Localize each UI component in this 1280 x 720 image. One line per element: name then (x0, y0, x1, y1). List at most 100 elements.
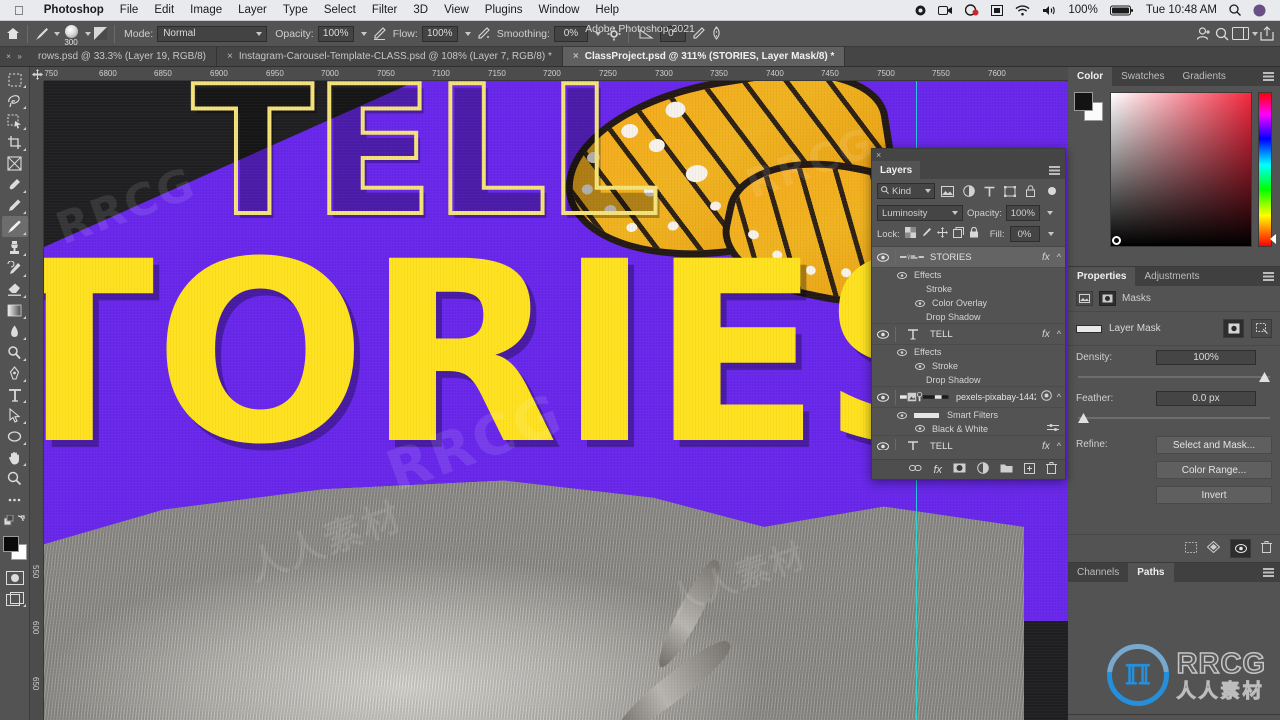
color-overlay-visibility-icon[interactable] (912, 299, 927, 307)
chevron-up-icon[interactable]: ^ (1057, 392, 1065, 402)
workspace-icon[interactable] (1231, 25, 1249, 43)
document-tab-2-close-icon[interactable]: × (227, 51, 233, 62)
pressure-opacity-icon[interactable] (371, 25, 389, 43)
object-selection-tool[interactable] (2, 111, 28, 132)
horizontal-ruler[interactable]: 6750 6800 6850 6900 6950 7000 7050 7100 … (30, 67, 1068, 81)
hand-tool[interactable] (2, 447, 28, 468)
layer-name-tell-2[interactable]: TELL (930, 441, 1037, 451)
layer-thumbnail-pexels-pixabay[interactable] (895, 389, 951, 405)
marquee-tool[interactable] (2, 69, 28, 90)
share-user-icon[interactable] (1195, 25, 1213, 43)
tab-swatches[interactable]: Swatches (1112, 67, 1173, 86)
pixel-mask-icon[interactable] (1076, 291, 1093, 306)
blend-mode-select[interactable]: Luminosity (877, 205, 963, 221)
screen-share-icon[interactable] (932, 5, 959, 16)
lock-transparency-icon[interactable] (904, 227, 916, 241)
opacity-input[interactable]: 100% (317, 25, 354, 42)
history-brush-tool[interactable] (2, 258, 28, 279)
layer-name-stories[interactable]: STORIES (930, 252, 1037, 263)
effects-visibility-icon[interactable] (894, 348, 909, 356)
layers-list[interactable]: STORIES fx ^ Effects Stroke Color Overla… (872, 247, 1065, 450)
add-layer-style-icon[interactable]: fx (933, 464, 942, 476)
default-colors-icon[interactable] (2, 510, 28, 531)
tab-color[interactable]: Color (1068, 67, 1113, 86)
panel-menu-icon[interactable] (1257, 563, 1280, 582)
brush-tool[interactable] (1, 216, 28, 237)
menu-layer[interactable]: Layer (230, 4, 275, 16)
load-selection-icon[interactable] (1185, 541, 1197, 556)
filter-toggle-icon[interactable] (1043, 182, 1060, 200)
layer-fx-icon[interactable]: fx (1042, 252, 1052, 263)
lock-position-icon[interactable] (936, 227, 948, 241)
foreground-color-swatch[interactable] (2, 536, 19, 552)
black-white-visibility-icon[interactable] (912, 425, 927, 432)
brush-tool-icon[interactable] (33, 25, 51, 43)
tab-properties[interactable]: Properties (1068, 267, 1136, 286)
layer-mask-thumbnail[interactable] (1076, 324, 1102, 333)
toggle-mask-icon[interactable] (1230, 539, 1251, 558)
volume-icon[interactable] (1036, 5, 1062, 16)
layer-visibility-icon[interactable] (875, 252, 890, 262)
home-icon[interactable] (4, 25, 22, 43)
new-group-icon[interactable] (1000, 463, 1013, 476)
feather-value[interactable]: 0.0 px (1156, 391, 1256, 406)
feather-slider[interactable] (1078, 412, 1270, 424)
menu-file[interactable]: File (112, 4, 147, 16)
airbrush-icon[interactable] (475, 25, 493, 43)
effects-visibility-icon[interactable] (894, 271, 909, 279)
spotlight-search-icon[interactable] (1223, 4, 1247, 16)
tab-gradients[interactable]: Gradients (1173, 67, 1234, 86)
layer-effect-stroke-row[interactable]: Stroke (872, 359, 1065, 373)
search-icon[interactable] (1213, 25, 1231, 43)
display-icon[interactable] (985, 4, 1009, 16)
lasso-tool[interactable] (2, 90, 28, 111)
tabbar-overflow-icon[interactable]: » (17, 52, 21, 61)
select-subject-icon[interactable] (1223, 319, 1244, 338)
invert-button[interactable]: Invert (1156, 486, 1272, 504)
document-tab-1[interactable]: rows.psd @ 33.3% (Layer 19, RGB/8) (28, 47, 217, 66)
smart-filter-mask-thumbnail[interactable] (914, 412, 939, 418)
smartobject-filter-icon[interactable] (1022, 182, 1039, 200)
link-layers-icon[interactable] (909, 464, 922, 475)
brush-size-preview[interactable]: 300 (60, 23, 82, 47)
tabbar-dock-controls[interactable]: × » (0, 47, 28, 66)
menu-3d[interactable]: 3D (405, 4, 436, 16)
chevron-up-icon[interactable]: ^ (1057, 329, 1065, 339)
load-selection-icon[interactable] (1251, 319, 1272, 338)
color-picker-body[interactable] (1068, 86, 1280, 266)
smoothing-input[interactable]: 0% (553, 25, 588, 42)
color-range-button[interactable]: Color Range... (1156, 461, 1272, 479)
flow-input[interactable]: 100% (421, 25, 458, 42)
menu-select[interactable]: Select (316, 4, 364, 16)
path-selection-tool[interactable] (2, 405, 28, 426)
layer-thumbnail-stories[interactable] (895, 249, 925, 265)
fill-chevron-down-icon[interactable] (1047, 232, 1054, 236)
tabbar-close-icon[interactable]: × (6, 52, 11, 61)
layer-effect-drop-shadow-row[interactable]: Drop Shadow (872, 373, 1065, 387)
smart-filter-black-white-row[interactable]: Black & White (872, 422, 1065, 436)
document-tab-2[interactable]: × Instagram-Carousel-Template-CLASS.psd … (217, 47, 563, 66)
menu-image[interactable]: Image (182, 4, 230, 16)
apply-mask-icon[interactable] (1206, 540, 1221, 556)
foreground-background-color[interactable] (2, 535, 28, 561)
tab-adjustments[interactable]: Adjustments (1135, 267, 1208, 286)
select-and-mask-button[interactable]: Select and Mask... (1156, 436, 1272, 454)
layer-visibility-icon[interactable] (875, 329, 890, 339)
quick-mask-icon[interactable] (2, 567, 28, 588)
layer-opacity-input[interactable]: 100% (1005, 205, 1040, 221)
menu-edit[interactable]: Edit (146, 4, 182, 16)
layer-name-pexels-pixabay[interactable]: pexels-pixabay-144234 (956, 392, 1036, 402)
delete-layer-icon[interactable] (1046, 462, 1057, 477)
stroke-visibility-icon[interactable] (912, 362, 927, 370)
menu-app-name[interactable]: Photoshop (36, 4, 112, 16)
color-panel-swatches[interactable] (1074, 92, 1104, 122)
tab-layers[interactable]: Layers (872, 161, 921, 179)
layer-effect-drop-shadow-row[interactable]: Drop Shadow (872, 310, 1065, 324)
add-layer-mask-icon[interactable] (953, 463, 966, 476)
document-tab-3[interactable]: × ClassProject.psd @ 311% (STORIES, Laye… (562, 47, 846, 66)
flow-chevron-down-icon[interactable] (464, 31, 471, 36)
layer-thumbnail-tell-1[interactable] (895, 326, 925, 342)
symmetry-icon[interactable] (708, 25, 726, 43)
panel-menu-icon[interactable] (1257, 67, 1280, 86)
menu-help[interactable]: Help (587, 4, 627, 16)
